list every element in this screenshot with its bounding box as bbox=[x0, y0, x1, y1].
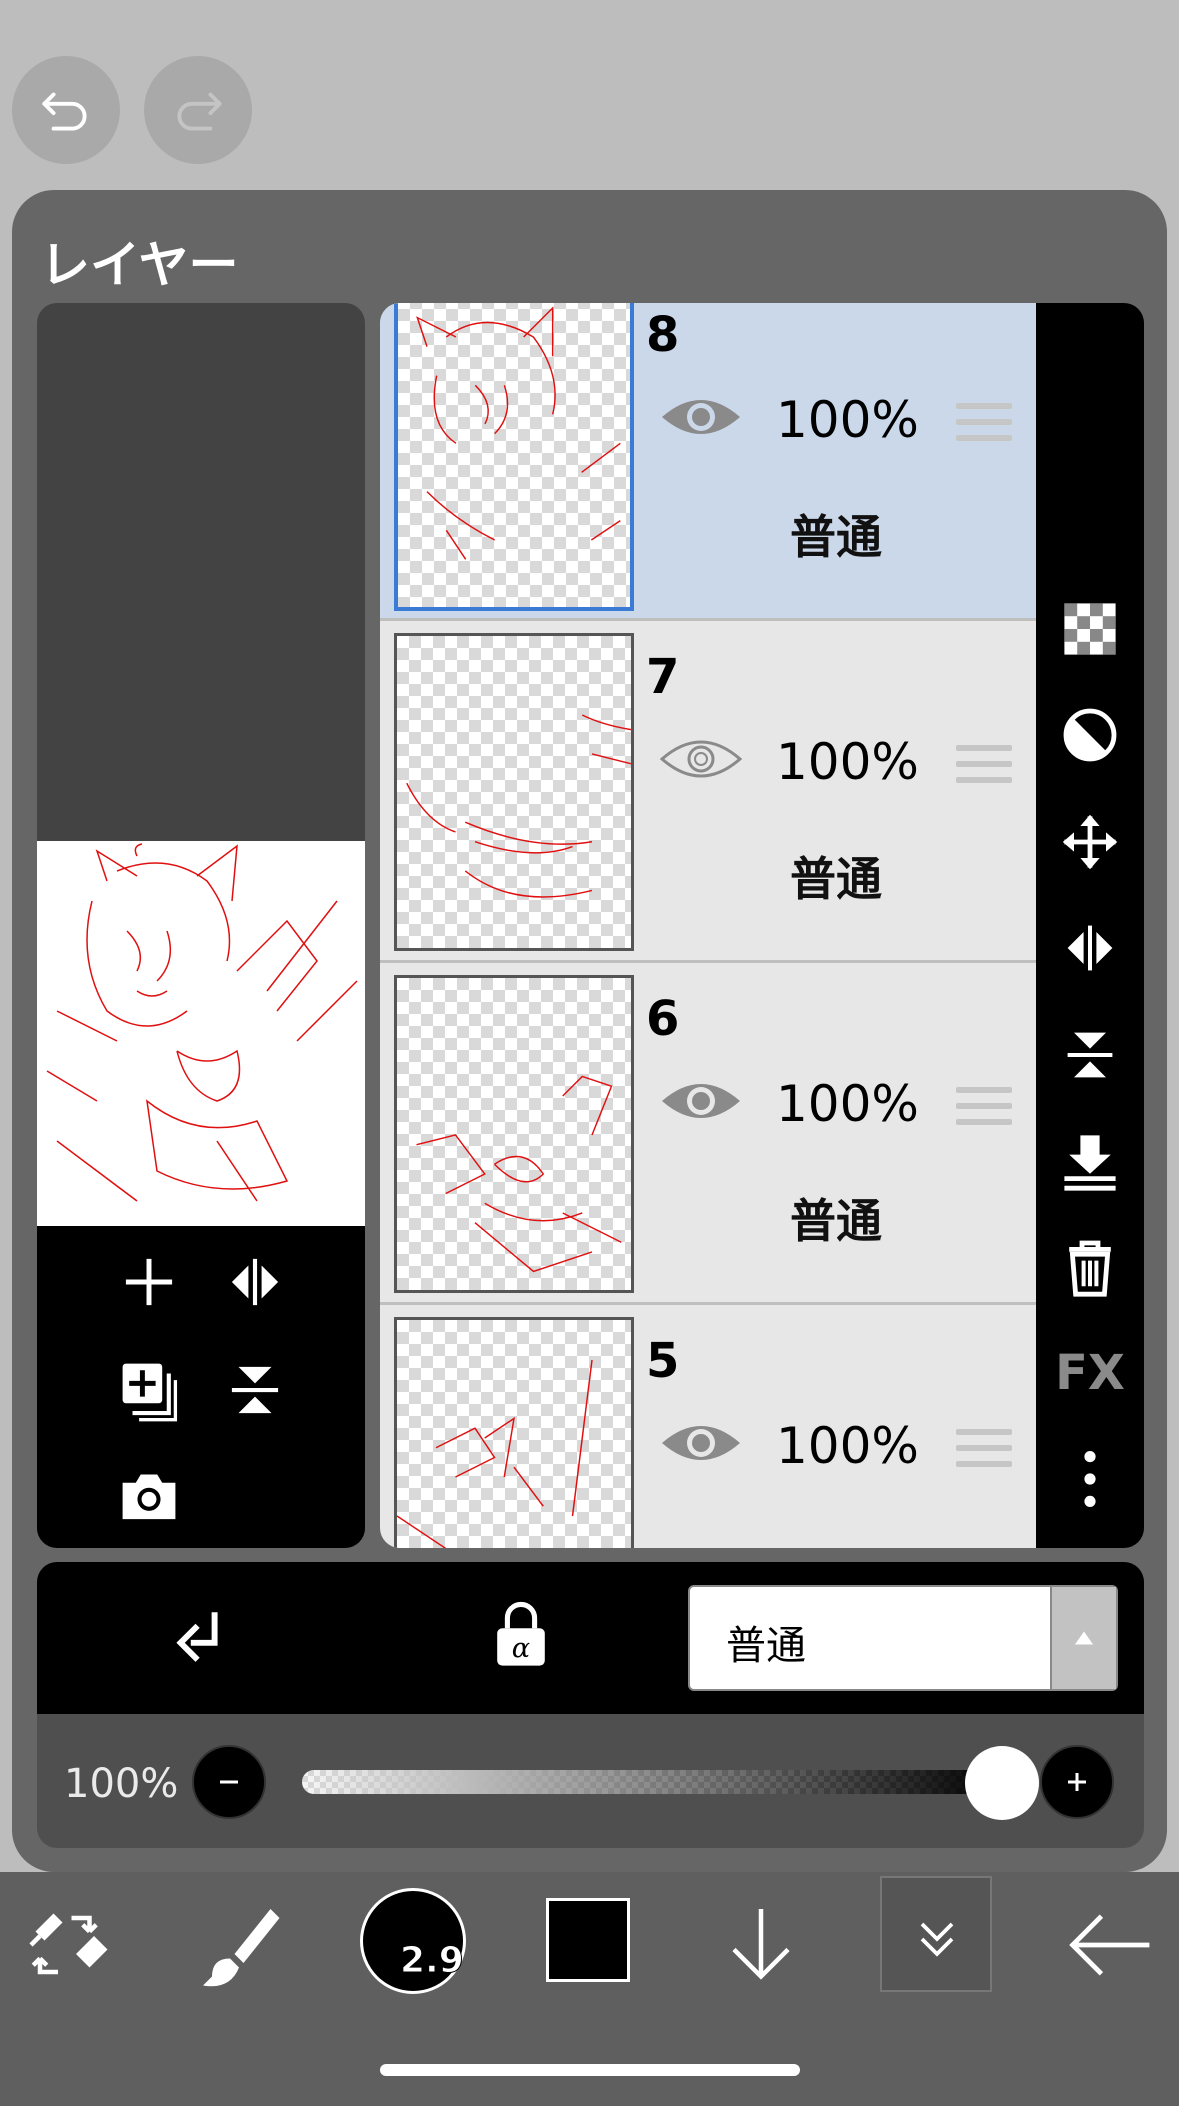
arrow-left-icon bbox=[1069, 1914, 1150, 1976]
checkerboard-icon bbox=[1064, 603, 1116, 655]
move-button[interactable] bbox=[1056, 808, 1124, 876]
visibility-eye-icon[interactable] bbox=[660, 389, 742, 445]
redo-icon bbox=[177, 92, 222, 131]
opacity-slider[interactable] bbox=[302, 1770, 1002, 1794]
layer-row[interactable]: 6 100% 普通 bbox=[380, 965, 1036, 1305]
flip-horizontal-icon bbox=[1067, 925, 1113, 971]
flip-horizontal-icon bbox=[231, 1258, 279, 1306]
color-swatch[interactable] bbox=[546, 1898, 630, 1982]
drag-handle-icon[interactable] bbox=[956, 1087, 1012, 1133]
invert-button[interactable] bbox=[1056, 701, 1124, 769]
undo-button[interactable] bbox=[12, 56, 120, 164]
layer-action-strip: FX bbox=[1036, 303, 1144, 1548]
layer-thumbnail[interactable] bbox=[394, 975, 634, 1293]
duplicate-layer-button[interactable] bbox=[109, 1350, 189, 1430]
layer-sketch bbox=[416, 306, 621, 560]
merge-down-button[interactable] bbox=[1056, 1127, 1124, 1195]
layer-opacity: 100% bbox=[776, 391, 919, 449]
blend-mode-select[interactable]: 普通 bbox=[688, 1585, 1118, 1691]
collapse-panel-button[interactable] bbox=[880, 1876, 992, 1992]
brush-size-value: 2.9 bbox=[400, 1940, 465, 1982]
layer-sketch bbox=[416, 1075, 622, 1273]
flip-horizontal-button[interactable] bbox=[215, 1242, 295, 1322]
flip-horizontal-layer-button[interactable] bbox=[1056, 914, 1124, 982]
import-photo-button[interactable] bbox=[109, 1456, 189, 1536]
layer-sketch bbox=[406, 714, 631, 898]
svg-text:α: α bbox=[512, 1633, 530, 1664]
fx-label: FX bbox=[1055, 1345, 1125, 1401]
dropdown-arrow-icon[interactable] bbox=[1050, 1587, 1116, 1689]
layer-opacity: 100% bbox=[776, 1075, 919, 1133]
move-down-button[interactable] bbox=[706, 1890, 816, 2000]
back-button[interactable] bbox=[1056, 1890, 1166, 2000]
layer-thumbnail[interactable] bbox=[394, 633, 634, 951]
transparency-button[interactable] bbox=[1056, 595, 1124, 663]
move-arrows-icon bbox=[1062, 814, 1118, 870]
add-layer-button[interactable] bbox=[109, 1242, 189, 1322]
brush-icon bbox=[203, 1909, 280, 1987]
layer-thumbnail[interactable] bbox=[394, 303, 634, 611]
layer-blend-mode: 普通 bbox=[790, 852, 882, 906]
undo-icon bbox=[42, 92, 87, 131]
flip-vertical-icon bbox=[1067, 1032, 1113, 1078]
layer-thumbnail[interactable] bbox=[394, 1317, 634, 1548]
layer-sketch bbox=[397, 1359, 593, 1548]
fx-button[interactable]: FX bbox=[1055, 1339, 1125, 1407]
layer-number: 6 bbox=[646, 991, 680, 1047]
arrow-down-icon bbox=[732, 1909, 790, 1980]
layer-blend-mode: 普通 bbox=[790, 510, 882, 564]
flip-vertical-icon bbox=[231, 1366, 279, 1414]
layer-list[interactable]: 8 100% 普通 7 100% 普通 6 100% 普通 5 100% bbox=[380, 303, 1036, 1548]
sketch-drawing bbox=[46, 843, 358, 1202]
layer-tools bbox=[37, 1226, 365, 1548]
alpha-lock-icon[interactable]: α bbox=[487, 1600, 555, 1670]
tool-switch-button[interactable] bbox=[12, 1890, 122, 2000]
layer-row[interactable]: 5 100% bbox=[380, 1307, 1036, 1548]
more-vertical-icon bbox=[1084, 1451, 1096, 1507]
camera-icon bbox=[122, 1474, 176, 1520]
drag-handle-icon[interactable] bbox=[956, 403, 1012, 449]
visibility-eye-icon[interactable] bbox=[660, 1073, 742, 1129]
blend-mode-value: 普通 bbox=[726, 1623, 806, 1669]
double-chevron-down-icon bbox=[920, 1922, 954, 1957]
opacity-decrease-button[interactable] bbox=[192, 1745, 266, 1819]
layer-number: 8 bbox=[646, 307, 680, 363]
duplicate-icon bbox=[122, 1363, 178, 1422]
more-options-button[interactable] bbox=[1056, 1445, 1124, 1513]
flip-vertical-button[interactable] bbox=[215, 1350, 295, 1430]
trash-icon bbox=[1069, 1240, 1111, 1297]
panel-title: レイヤー bbox=[40, 236, 239, 294]
drag-handle-icon[interactable] bbox=[956, 745, 1012, 791]
layer-opacity: 100% bbox=[776, 1417, 919, 1475]
clipping-icon[interactable] bbox=[167, 1602, 235, 1670]
delete-layer-button[interactable] bbox=[1056, 1233, 1124, 1301]
opacity-increase-button[interactable] bbox=[1040, 1745, 1114, 1819]
canvas-preview bbox=[37, 303, 365, 1548]
layer-row[interactable]: 8 100% 普通 bbox=[380, 303, 1036, 621]
plus-icon bbox=[1068, 1773, 1086, 1791]
tool-switch-icon bbox=[29, 1913, 108, 1975]
merge-down-icon bbox=[1064, 1135, 1116, 1191]
minus-icon bbox=[220, 1780, 238, 1784]
layer-blend-mode: 普通 bbox=[790, 1194, 882, 1248]
flip-vertical-layer-button[interactable] bbox=[1056, 1021, 1124, 1089]
redo-button[interactable] bbox=[144, 56, 252, 164]
layer-row[interactable]: 7 100% 普通 bbox=[380, 623, 1036, 963]
home-indicator bbox=[380, 2064, 800, 2076]
visibility-eye-icon[interactable] bbox=[660, 731, 742, 787]
opacity-value: 100% bbox=[64, 1761, 179, 1807]
visibility-eye-icon[interactable] bbox=[660, 1415, 742, 1471]
half-circle-icon bbox=[1063, 708, 1117, 762]
layer-opacity: 100% bbox=[776, 733, 919, 791]
layer-number: 5 bbox=[646, 1333, 680, 1389]
opacity-slider-thumb[interactable] bbox=[965, 1746, 1039, 1820]
canvas-preview-image[interactable] bbox=[37, 841, 365, 1226]
layer-number: 7 bbox=[646, 649, 680, 705]
brush-tool-button[interactable] bbox=[184, 1890, 294, 2000]
drag-handle-icon[interactable] bbox=[956, 1429, 1012, 1475]
plus-icon bbox=[125, 1258, 173, 1306]
